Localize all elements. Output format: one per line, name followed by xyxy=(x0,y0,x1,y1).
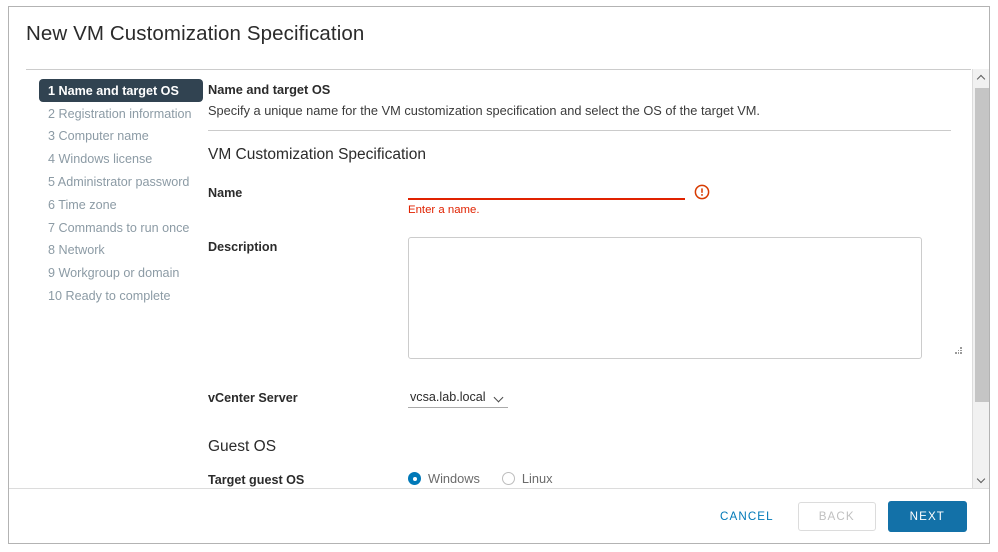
sidebar-item-label: 4 Windows license xyxy=(48,152,153,167)
description-label: Description xyxy=(208,240,278,255)
description-row: Description xyxy=(208,237,967,364)
sidebar-item-label: 1 Name and target OS xyxy=(48,83,179,98)
sidebar-item-ready-to-complete[interactable]: 10 Ready to complete xyxy=(39,285,203,308)
name-row: Name Enter a name. xyxy=(208,183,967,216)
sidebar-item-label: 7 Commands to run once xyxy=(48,220,190,235)
name-label: Name xyxy=(208,186,243,201)
scrollbar-track[interactable] xyxy=(974,86,989,471)
cancel-button[interactable]: CANCEL xyxy=(708,503,786,530)
exclamation-circle-icon xyxy=(694,184,710,200)
wizard-step-nav: 1 Name and target OS 2 Registration info… xyxy=(9,69,203,488)
vcenter-server-selected-value: vcsa.lab.local xyxy=(410,390,486,405)
content-scrollbar[interactable] xyxy=(972,69,989,488)
vcenter-server-row: vCenter Server vcsa.lab.local xyxy=(208,388,967,409)
next-button[interactable]: NEXT xyxy=(887,500,967,532)
sidebar-item-windows-license[interactable]: 4 Windows license xyxy=(39,148,203,171)
radio-unselected-icon xyxy=(501,472,515,486)
chevron-down-icon xyxy=(978,476,985,483)
page-title: New VM Customization Specification xyxy=(26,22,365,45)
step-title: Name and target OS xyxy=(208,82,331,98)
sidebar-item-label: 8 Network xyxy=(48,243,105,258)
sidebar-item-label: 6 Time zone xyxy=(48,197,117,212)
target-guest-os-radio-group: Windows Linux xyxy=(408,470,967,486)
sidebar-item-label: 9 Workgroup or domain xyxy=(48,266,180,281)
sidebar-item-label: 5 Administrator password xyxy=(48,175,190,189)
new-vm-customization-dialog: New VM Customization Specification 1 Nam… xyxy=(8,6,990,544)
sidebar-item-workgroup-or-domain[interactable]: 9 Workgroup or domain xyxy=(39,262,203,285)
section-divider xyxy=(208,130,951,132)
radio-option-linux[interactable]: Linux xyxy=(501,471,553,487)
chevron-down-icon xyxy=(495,393,504,402)
sidebar-item-registration-information[interactable]: 2 Registration information xyxy=(39,102,203,125)
target-guest-os-label: Target guest OS xyxy=(208,473,305,488)
back-button[interactable]: BACK xyxy=(797,501,876,531)
sidebar-item-commands-to-run-once[interactable]: 7 Commands to run once xyxy=(39,216,203,239)
radio-selected-icon xyxy=(408,472,421,486)
target-guest-os-row: Target guest OS Windows Linux xyxy=(208,470,967,487)
sidebar-item-computer-name[interactable]: 3 Computer name xyxy=(39,125,203,148)
vcenter-server-label: vCenter Server xyxy=(208,391,298,406)
scroll-up-button[interactable] xyxy=(973,69,989,86)
scrollbar-thumb[interactable] xyxy=(975,88,989,402)
dialog-title-bar: New VM Customization Specification xyxy=(9,7,989,58)
sidebar-item-label: 2 Registration information xyxy=(48,106,192,121)
sidebar-item-administrator-password[interactable]: 5 Administrator password xyxy=(39,171,203,194)
sidebar-item-name-and-target-os[interactable]: 1 Name and target OS xyxy=(39,79,203,103)
dialog-body: 1 Name and target OS 2 Registration info… xyxy=(9,69,989,488)
name-input[interactable] xyxy=(408,183,685,201)
textarea-resize-grip[interactable] xyxy=(955,347,963,355)
sidebar-item-time-zone[interactable]: 6 Time zone xyxy=(39,193,203,216)
section-heading-vm-customization-specification: VM Customization Specification xyxy=(208,146,426,164)
sidebar-item-label: 3 Computer name xyxy=(48,129,149,144)
description-textarea[interactable] xyxy=(408,237,922,360)
step-description: Specify a unique name for the VM customi… xyxy=(208,103,760,119)
sidebar-item-label: 10 Ready to complete xyxy=(48,288,171,303)
radio-label-windows: Windows xyxy=(428,471,480,487)
wizard-step-panel: Name and target OS Specify a unique name… xyxy=(203,69,989,488)
vcenter-server-select[interactable]: vcsa.lab.local xyxy=(408,390,508,409)
sidebar-item-network[interactable]: 8 Network xyxy=(39,239,203,262)
name-error-message: Enter a name. xyxy=(408,204,480,217)
section-heading-guest-os: Guest OS xyxy=(208,438,277,456)
dialog-footer: CANCEL BACK NEXT xyxy=(9,488,989,543)
scroll-down-button[interactable] xyxy=(973,471,989,488)
radio-option-windows[interactable]: Windows xyxy=(408,471,480,486)
chevron-up-icon xyxy=(978,74,985,81)
radio-label-linux: Linux xyxy=(521,471,553,487)
